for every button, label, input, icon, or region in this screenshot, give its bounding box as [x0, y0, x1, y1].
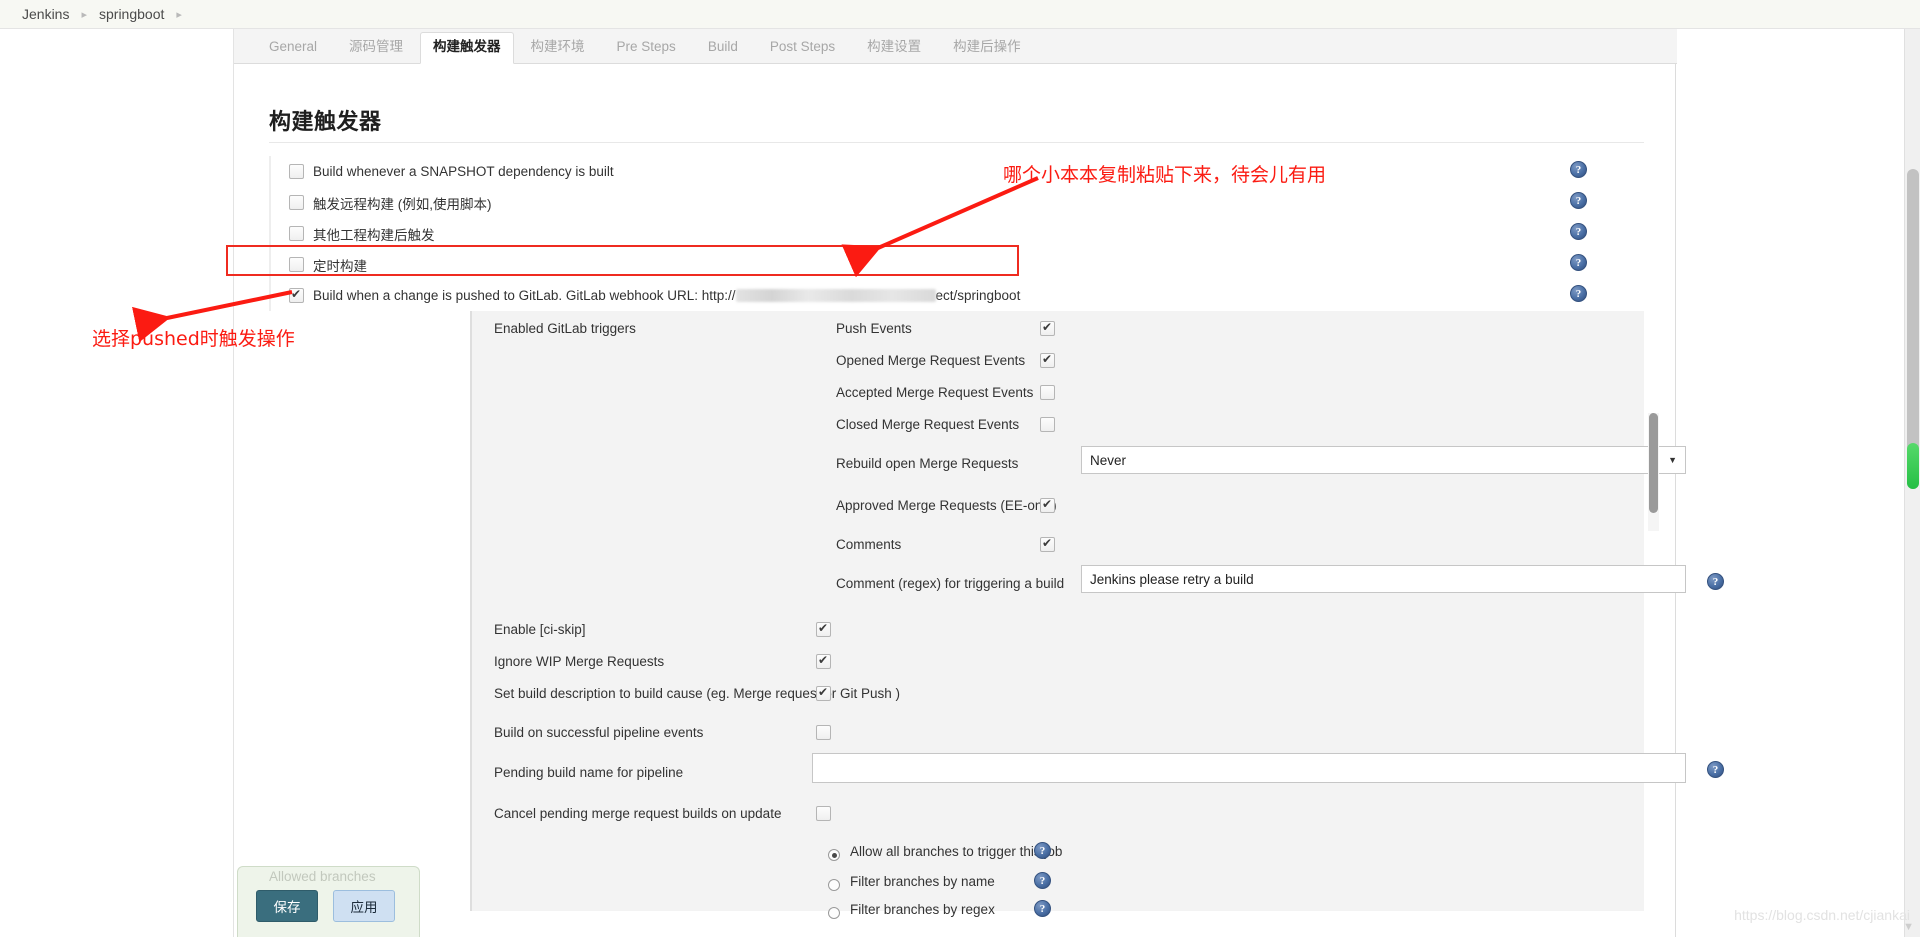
- breadcrumb-item-springboot[interactable]: springboot: [99, 6, 164, 22]
- label-filter-branches-by-name: Filter branches by name: [850, 874, 995, 889]
- checkbox-closed-merge-request-events[interactable]: [1040, 417, 1055, 432]
- checkbox-remote-trigger[interactable]: [289, 195, 304, 210]
- help-icon-pending-build-name[interactable]: ?: [1707, 761, 1724, 778]
- label-ignore-wip-merge-requests: Ignore WIP Merge Requests: [494, 654, 665, 669]
- checkbox-scheduled-build[interactable]: [289, 257, 304, 272]
- label-pending-build-name: Pending build name for pipeline: [494, 765, 684, 780]
- tab-post-steps[interactable]: Post Steps: [755, 32, 850, 63]
- help-icon-comment-regex[interactable]: ?: [1707, 573, 1724, 590]
- chevron-down-icon: ▼: [1668, 455, 1677, 465]
- page-scrollbar-thumb[interactable]: [1907, 169, 1919, 489]
- checkbox-comments[interactable]: [1040, 535, 1055, 552]
- label-set-build-description: Set build description to build cause (eg…: [494, 686, 900, 701]
- trigger-label-gitlab-webhook-suffix: ect/springboot: [935, 288, 1021, 303]
- trigger-row-remote[interactable]: 触发远程构建 (例如,使用脚本): [271, 187, 1646, 218]
- label-allow-all-branches: Allow all branches to trigger this job: [850, 844, 1063, 859]
- page-scrollbar-track[interactable]: [1904, 29, 1920, 937]
- label-allowed-branches: Allowed branches: [269, 869, 376, 884]
- gitlab-settings-panel: Enabled GitLab triggers Push Events Open…: [470, 311, 1724, 919]
- checkbox-enable-ci-skip[interactable]: [816, 620, 831, 637]
- checkbox-accepted-merge-request-events[interactable]: [1040, 385, 1055, 400]
- config-tab-bar: General 源码管理 构建触发器 构建环境 Pre Steps Build …: [234, 29, 1677, 64]
- label-comment-regex: Comment (regex) for triggering a build: [836, 576, 1065, 591]
- checkbox-build-on-successful-pipeline[interactable]: [816, 725, 831, 740]
- checkbox-approved-merge-requests[interactable]: [1040, 496, 1055, 513]
- label-filter-branches-by-regex: Filter branches by regex: [850, 902, 995, 917]
- tab-build-settings[interactable]: 构建设置: [852, 32, 936, 63]
- tab-general[interactable]: General: [254, 32, 332, 63]
- tab-pre-steps[interactable]: Pre Steps: [602, 32, 691, 63]
- help-icon-snapshot-dependency[interactable]: ?: [1570, 161, 1587, 178]
- label-opened-mr-events: Opened Merge Request Events: [836, 353, 1026, 368]
- label-closed-mr-events: Closed Merge Request Events: [836, 417, 1020, 432]
- trigger-label-snapshot: Build whenever a SNAPSHOT dependency is …: [313, 164, 614, 179]
- jenkins-config-page: Jenkins ▸ springboot ▸ General 源码管理 构建触发…: [0, 0, 1920, 937]
- select-rebuild-open-merge-requests[interactable]: Never ▼: [1081, 446, 1686, 474]
- page-title: 构建触发器: [269, 109, 382, 134]
- checkbox-gitlab-push[interactable]: [289, 286, 304, 303]
- heading-divider: [269, 142, 1644, 143]
- panel-scrollbar-thumb[interactable]: [1649, 413, 1658, 513]
- left-gutter: [0, 29, 233, 937]
- select-rebuild-value: Never: [1090, 452, 1127, 468]
- trigger-label-after-other-projects: 其他工程构建后触发: [313, 227, 435, 243]
- trigger-row-gitlab-webhook[interactable]: Build when a change is pushed to GitLab.…: [271, 280, 1646, 311]
- annotation-pushed-note: 选择pushed时触发操作: [92, 328, 295, 350]
- label-build-on-successful-pipeline: Build on successful pipeline events: [494, 725, 704, 740]
- input-comment-regex-value: Jenkins please retry a build: [1090, 571, 1254, 587]
- scroll-down-icon: ▼: [1903, 921, 1914, 933]
- checkbox-after-other-projects[interactable]: [289, 226, 304, 241]
- redacted-host: [735, 289, 936, 302]
- trigger-row-snapshot[interactable]: Build whenever a SNAPSHOT dependency is …: [271, 156, 1646, 187]
- checkbox-cancel-pending-builds[interactable]: [816, 806, 831, 821]
- checkbox-ignore-wip-merge-requests[interactable]: [816, 652, 831, 669]
- radio-filter-branches-by-regex[interactable]: [828, 907, 840, 919]
- scrollbar-progress-indicator: [1907, 443, 1919, 489]
- radio-allow-all-branches[interactable]: [828, 849, 840, 861]
- help-icon-after-other-projects[interactable]: ?: [1570, 223, 1587, 240]
- trigger-label-gitlab-webhook: Build when a change is pushed to GitLab.…: [313, 288, 736, 303]
- config-panel: General 源码管理 构建触发器 构建环境 Pre Steps Build …: [233, 29, 1724, 937]
- trigger-label-remote: 触发远程构建 (例如,使用脚本): [313, 196, 492, 212]
- label-accepted-mr-events: Accepted Merge Request Events: [836, 385, 1034, 400]
- label-comments: Comments: [836, 537, 902, 552]
- help-icon-scheduled-build[interactable]: ?: [1570, 254, 1587, 271]
- trigger-label-scheduled: 定时构建: [313, 258, 367, 274]
- trigger-row-scheduled[interactable]: 定时构建: [271, 249, 1646, 280]
- save-button[interactable]: 保存: [256, 890, 318, 922]
- tab-source-management[interactable]: 源码管理: [334, 32, 418, 63]
- label-push-events: Push Events: [836, 321, 912, 336]
- help-icon-gitlab-webhook[interactable]: ?: [1570, 285, 1587, 302]
- label-approved-merge-requests: Approved Merge Requests (EE-only): [836, 498, 1057, 513]
- checkbox-push-events[interactable]: [1040, 319, 1055, 336]
- watermark: https://blog.csdn.net/cjiankai: [1734, 907, 1910, 923]
- help-icon-filter-branches-by-name[interactable]: ?: [1034, 872, 1051, 889]
- breadcrumb: Jenkins ▸ springboot ▸: [0, 0, 1920, 29]
- help-icon-filter-branches-by-regex[interactable]: ?: [1034, 900, 1051, 917]
- checkbox-opened-merge-request-events[interactable]: [1040, 351, 1055, 368]
- annotation-webhook-note: 哪个小本本复制粘贴下来，待会儿有用: [1003, 164, 1327, 186]
- input-pending-build-name[interactable]: [812, 753, 1686, 783]
- right-gutter: [1676, 29, 1920, 937]
- label-rebuild-open-merge-requests: Rebuild open Merge Requests: [836, 456, 1019, 471]
- trigger-row-after-other-projects[interactable]: 其他工程构建后触发: [271, 218, 1646, 249]
- trigger-list: Build whenever a SNAPSHOT dependency is …: [269, 156, 1646, 311]
- label-cancel-pending-builds: Cancel pending merge request builds on u…: [494, 806, 782, 821]
- breadcrumb-dropdown-icon[interactable]: ▸: [176, 8, 182, 21]
- help-icon-remote-trigger[interactable]: ?: [1570, 192, 1587, 209]
- help-icon-allow-all-branches[interactable]: ?: [1034, 842, 1051, 859]
- checkbox-snapshot-dependency[interactable]: [289, 164, 304, 179]
- tab-build-triggers[interactable]: 构建触发器: [420, 32, 514, 64]
- tab-post-build-actions[interactable]: 构建后操作: [938, 32, 1036, 63]
- input-comment-regex[interactable]: Jenkins please retry a build: [1081, 565, 1686, 593]
- breadcrumb-separator-icon: ▸: [81, 8, 87, 21]
- label-enabled-gitlab-triggers: Enabled GitLab triggers: [494, 321, 636, 336]
- radio-filter-branches-by-name[interactable]: [828, 879, 840, 891]
- tab-build-environment[interactable]: 构建环境: [516, 32, 600, 63]
- checkbox-set-build-description[interactable]: [816, 684, 831, 701]
- tab-build[interactable]: Build: [693, 32, 753, 63]
- breadcrumb-item-jenkins[interactable]: Jenkins: [22, 6, 69, 22]
- apply-button[interactable]: 应用: [333, 890, 395, 922]
- label-enable-ci-skip: Enable [ci-skip]: [494, 622, 586, 637]
